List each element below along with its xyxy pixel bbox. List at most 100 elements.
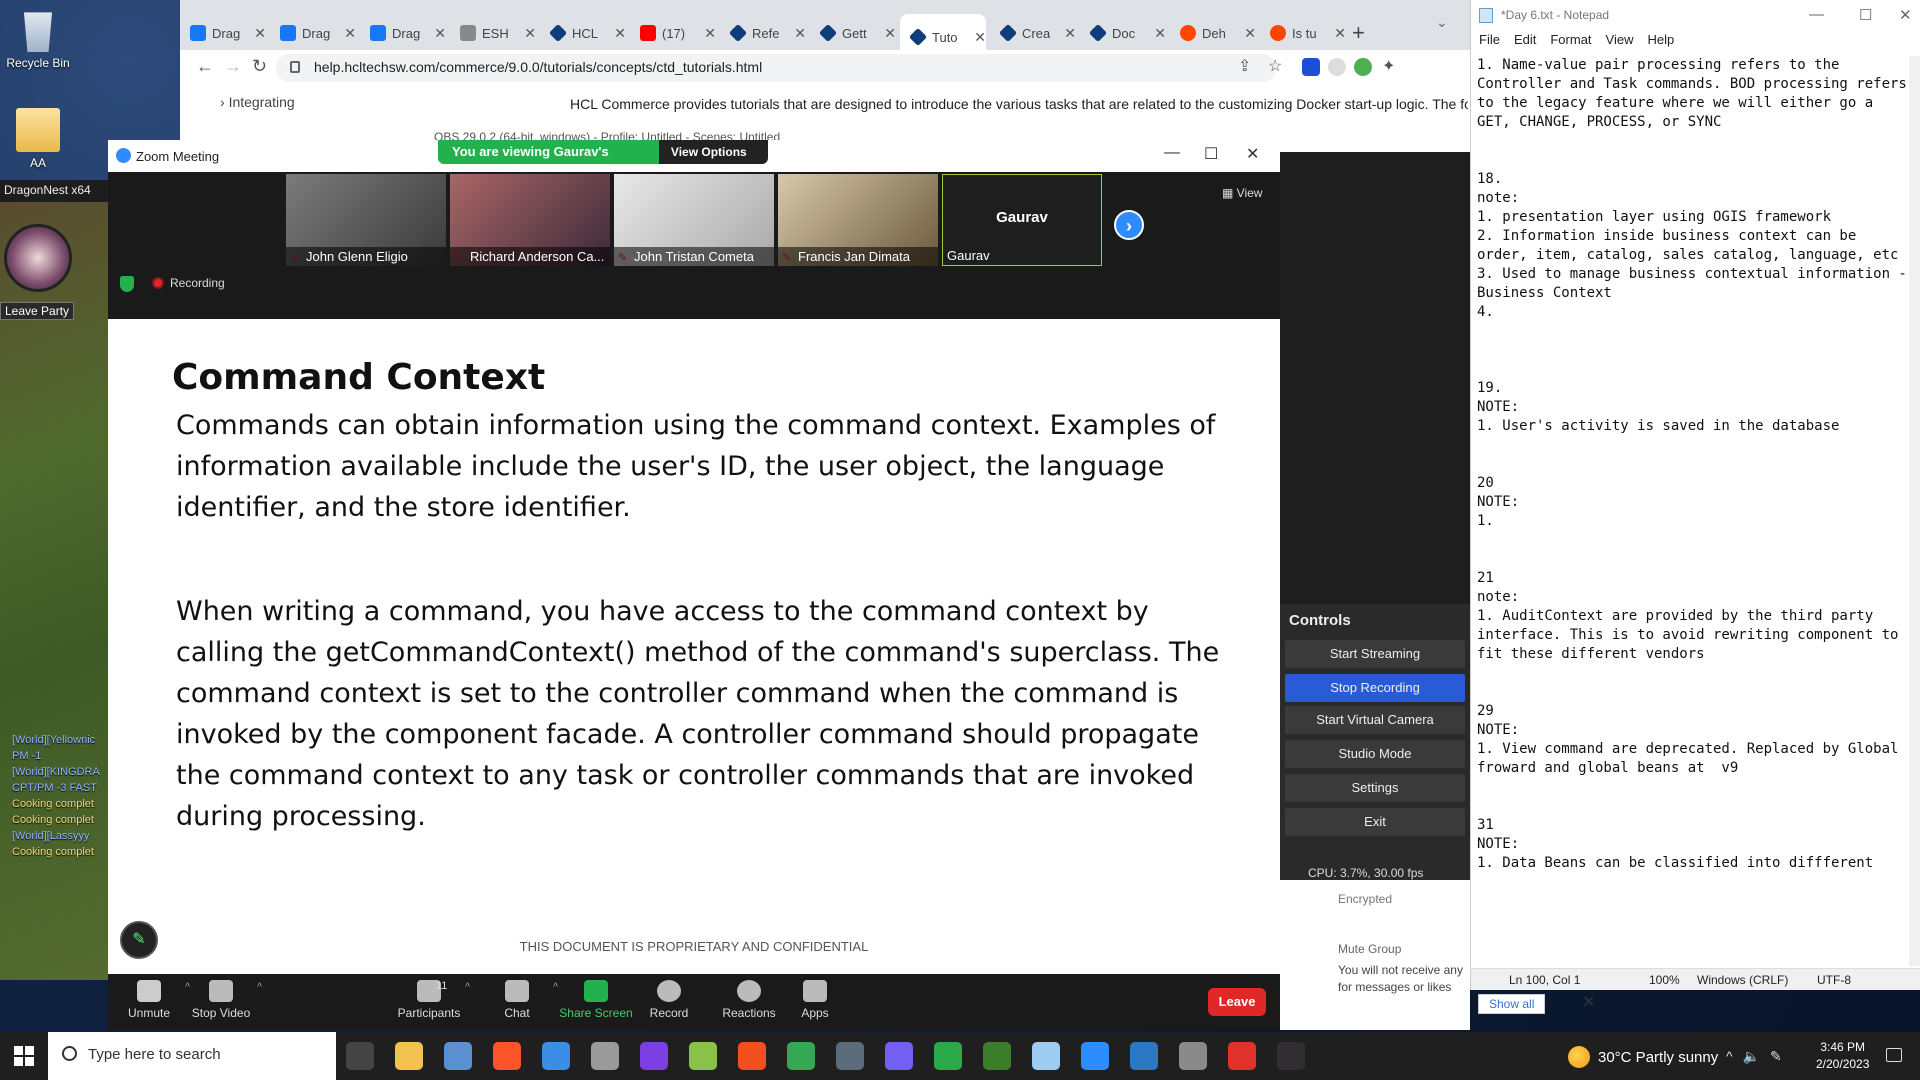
game-window[interactable]: DragonNest x64 Leave Party [World][Yello… (0, 180, 108, 980)
figma-icon[interactable] (738, 1042, 766, 1070)
notepad-text-area[interactable]: 1. Name-value pair processing refers to … (1473, 56, 1913, 970)
notepadpp-icon[interactable] (689, 1042, 717, 1070)
participant-tile-active-speaker[interactable]: Gaurav Gaurav (942, 174, 1102, 266)
browser-tab[interactable]: Doc ✕ (1080, 18, 1166, 48)
weather-widget[interactable]: 30°C Partly sunny (1568, 1046, 1718, 1068)
app-icon[interactable] (1179, 1042, 1207, 1070)
close-icon[interactable]: ✕ (1246, 144, 1259, 164)
zoom-icon[interactable] (1081, 1042, 1109, 1070)
lock-icon[interactable] (290, 61, 300, 73)
viber-icon[interactable] (885, 1042, 913, 1070)
app-icon[interactable] (1130, 1042, 1158, 1070)
forward-icon[interactable]: → (224, 56, 242, 77)
unmute-button[interactable]: Unmute ^ (108, 980, 190, 1020)
participant-tile[interactable]: ✎ Francis Jan Dimata (778, 174, 938, 266)
maximize-icon[interactable]: ☐ (1859, 6, 1872, 24)
close-icon[interactable]: ✕ (1154, 25, 1166, 42)
windows-start-icon[interactable] (14, 1046, 34, 1066)
browser-tab[interactable]: Deh ✕ (1170, 18, 1256, 48)
minimize-icon[interactable]: — (1809, 6, 1824, 23)
game-icon[interactable] (983, 1042, 1011, 1070)
leave-meeting-button[interactable]: Leave (1208, 988, 1266, 1016)
extension-icon[interactable] (1354, 58, 1372, 76)
participants-button[interactable]: 11 Participants ^ (388, 980, 470, 1020)
taskbar-search-box[interactable]: Type here to search (48, 1032, 336, 1080)
close-icon[interactable]: ✕ (704, 25, 716, 42)
annotate-pencil-icon[interactable]: ✎ (120, 921, 158, 959)
new-tab-button[interactable]: + (1352, 20, 1365, 46)
close-icon[interactable]: ✕ (344, 25, 356, 42)
stop-recording-button[interactable]: Stop Recording (1285, 674, 1465, 702)
pen-icon[interactable]: ✎ (1770, 1048, 1792, 1064)
notepad-icon[interactable] (1032, 1042, 1060, 1070)
menu-format[interactable]: Format (1550, 32, 1591, 47)
share-icon[interactable]: ⇪ (1238, 56, 1251, 76)
speaker-icon[interactable]: 🔈 (1743, 1048, 1770, 1064)
app-icon[interactable] (1228, 1042, 1256, 1070)
app-icon[interactable] (934, 1042, 962, 1070)
obs-icon[interactable] (1277, 1042, 1305, 1070)
browser-tab[interactable]: Drag ✕ (270, 18, 356, 48)
apps-button[interactable]: Apps (774, 980, 856, 1020)
menu-view[interactable]: View (1606, 32, 1634, 47)
chevron-up-icon[interactable]: ^ (1726, 1048, 1743, 1064)
taskbar-clock[interactable]: 3:46 PM 2/20/2023 (1816, 1039, 1869, 1073)
photos-icon[interactable] (542, 1042, 570, 1070)
studio-mode-button[interactable]: Studio Mode (1285, 740, 1465, 768)
calculator-icon[interactable] (836, 1042, 864, 1070)
extensions-puzzle-icon[interactable]: ✦ (1382, 56, 1395, 76)
show-all-button[interactable]: Show all (1478, 994, 1546, 1014)
menu-edit[interactable]: Edit (1514, 32, 1536, 47)
browser-tab[interactable]: (17) ✕ (630, 18, 716, 48)
close-icon[interactable]: ✕ (884, 25, 896, 42)
file-explorer-icon[interactable] (395, 1042, 423, 1070)
recording-indicator[interactable]: Recording (152, 276, 225, 290)
chevron-up-icon[interactable]: ^ (465, 982, 470, 993)
stop-video-button[interactable]: Stop Video ^ (180, 980, 262, 1020)
exit-button[interactable]: Exit (1285, 808, 1465, 836)
menu-help[interactable]: Help (1647, 32, 1674, 47)
close-icon[interactable]: ✕ (794, 25, 806, 42)
browser-tab[interactable]: Drag ✕ (360, 18, 446, 48)
close-icon[interactable]: ✕ (1899, 6, 1912, 24)
chrome-icon[interactable] (787, 1042, 815, 1070)
brave-icon[interactable] (493, 1042, 521, 1070)
vertical-scrollbar[interactable] (1909, 56, 1920, 966)
close-icon[interactable]: ✕ (434, 25, 446, 42)
system-tray[interactable]: ^🔈✎ (1726, 1048, 1792, 1065)
close-icon[interactable]: ✕ (1064, 25, 1076, 42)
bookmark-star-icon[interactable]: ☆ (1268, 56, 1282, 76)
close-icon[interactable]: ✕ (974, 29, 986, 46)
aa-folder-shortcut[interactable]: AA (0, 108, 76, 170)
browser-tab[interactable]: HCL ✕ (540, 18, 626, 48)
start-virtual-camera-button[interactable]: Start Virtual Camera (1285, 706, 1465, 734)
browser-tab[interactable]: Gett ✕ (810, 18, 896, 48)
reload-icon[interactable]: ↻ (252, 56, 267, 77)
task-view-icon[interactable] (346, 1042, 374, 1070)
next-page-arrow-icon[interactable]: › (1114, 210, 1144, 240)
character-avatar[interactable] (4, 224, 72, 292)
record-button[interactable]: Record (628, 980, 710, 1020)
browser-tab[interactable]: Refe ✕ (720, 18, 806, 48)
tab-search-icon[interactable]: ⌄ (1436, 14, 1448, 31)
back-icon[interactable]: ← (196, 56, 214, 77)
close-icon[interactable]: ✕ (254, 25, 266, 42)
intellij-icon[interactable] (640, 1042, 668, 1070)
share-screen-button[interactable]: Share Screen (555, 980, 637, 1020)
minimize-icon[interactable]: — (1164, 144, 1180, 162)
browser-tab[interactable]: Is tu ✕ (1260, 18, 1346, 48)
sidebar-item-integrating[interactable]: › Integrating (220, 94, 295, 110)
close-icon[interactable]: ✕ (614, 25, 626, 42)
participant-tile[interactable]: ✎ Richard Anderson Ca... (450, 174, 610, 266)
start-streaming-button[interactable]: Start Streaming (1285, 640, 1465, 668)
close-icon[interactable]: ✕ (524, 25, 536, 42)
recycle-bin-shortcut[interactable]: Recycle Bin (0, 8, 76, 70)
maximize-icon[interactable]: ☐ (1204, 144, 1218, 164)
browser-tab[interactable]: Crea ✕ (990, 18, 1076, 48)
bitwarden-icon[interactable] (1302, 58, 1320, 76)
chevron-up-icon[interactable]: ^ (257, 982, 262, 993)
app-icon[interactable] (591, 1042, 619, 1070)
browser-tab[interactable]: ESH ✕ (450, 18, 536, 48)
participant-tile[interactable]: ✎ John Glenn Eligio (286, 174, 446, 266)
close-icon[interactable]: ✕ (1244, 25, 1256, 42)
